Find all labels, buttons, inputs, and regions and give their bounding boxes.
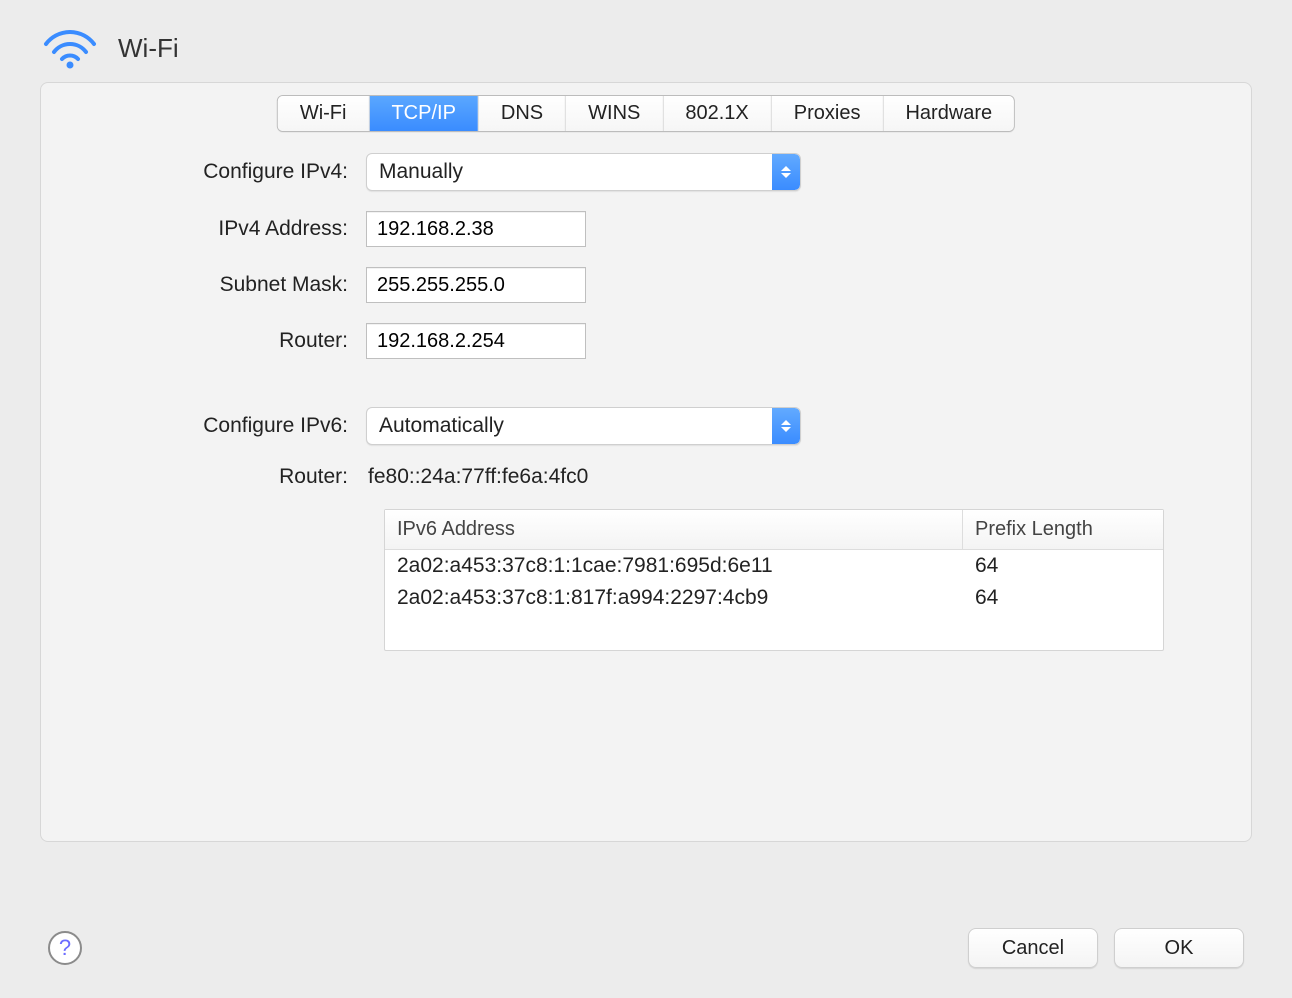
ipv6-router-value: fe80::24a:77ff:fe6a:4fc0 bbox=[366, 465, 588, 489]
tab-hardware[interactable]: Hardware bbox=[883, 96, 1014, 131]
tab-proxies[interactable]: Proxies bbox=[772, 96, 884, 131]
subnet-mask-field[interactable] bbox=[366, 267, 586, 303]
ipv6-router-label: Router: bbox=[131, 465, 366, 489]
ipv4-address-field[interactable] bbox=[366, 211, 586, 247]
page-title: Wi-Fi bbox=[118, 33, 179, 64]
updown-icon bbox=[772, 408, 800, 444]
table-row[interactable]: 2a02:a453:37c8:1:817f:a994:2297:4cb9 64 bbox=[385, 582, 1163, 614]
updown-icon bbox=[772, 154, 800, 190]
ipv4-router-field[interactable] bbox=[366, 323, 586, 359]
help-button[interactable]: ? bbox=[48, 931, 82, 965]
header: Wi-Fi bbox=[0, 26, 1292, 82]
tab-wifi[interactable]: Wi-Fi bbox=[278, 96, 370, 131]
table-header: IPv6 Address Prefix Length bbox=[385, 510, 1163, 550]
ipv6-address-cell: 2a02:a453:37c8:1:817f:a994:2297:4cb9 bbox=[385, 582, 963, 614]
subnet-mask-label: Subnet Mask: bbox=[131, 273, 366, 297]
configure-ipv6-label: Configure IPv6: bbox=[131, 414, 366, 438]
configure-ipv6-popup[interactable]: Automatically bbox=[366, 407, 801, 445]
configure-ipv4-label: Configure IPv4: bbox=[131, 160, 366, 184]
configure-ipv6-value: Automatically bbox=[367, 408, 772, 444]
tab-dns[interactable]: DNS bbox=[479, 96, 566, 131]
tab-bar: Wi-Fi TCP/IP DNS WINS 802.1X Proxies Har… bbox=[277, 95, 1015, 132]
cancel-button[interactable]: Cancel bbox=[968, 928, 1098, 968]
network-advanced-window: Wi-Fi Wi-Fi TCP/IP DNS WINS 802.1X Proxi… bbox=[0, 0, 1292, 998]
configure-ipv4-popup[interactable]: Manually bbox=[366, 153, 801, 191]
ipv6-address-cell: 2a02:a453:37c8:1:1cae:7981:695d:6e11 bbox=[385, 550, 963, 582]
tab-tcpip[interactable]: TCP/IP bbox=[369, 96, 478, 131]
col-ipv6-address[interactable]: IPv6 Address bbox=[385, 510, 963, 549]
ok-button[interactable]: OK bbox=[1114, 928, 1244, 968]
footer: ? Cancel OK bbox=[0, 928, 1292, 968]
ipv4-router-label: Router: bbox=[131, 329, 366, 353]
ipv6-address-table: IPv6 Address Prefix Length 2a02:a453:37c… bbox=[384, 509, 1164, 651]
configure-ipv4-value: Manually bbox=[367, 154, 772, 190]
wifi-icon bbox=[40, 26, 100, 70]
table-row[interactable]: 2a02:a453:37c8:1:1cae:7981:695d:6e11 64 bbox=[385, 550, 1163, 582]
tab-wins[interactable]: WINS bbox=[566, 96, 663, 131]
col-prefix-length[interactable]: Prefix Length bbox=[963, 510, 1163, 549]
settings-panel: Configure IPv4: Manually IPv4 Address: S… bbox=[40, 82, 1252, 842]
prefix-length-cell: 64 bbox=[963, 582, 1163, 614]
ipv4-address-label: IPv4 Address: bbox=[131, 217, 366, 241]
tab-8021x[interactable]: 802.1X bbox=[663, 96, 771, 131]
prefix-length-cell: 64 bbox=[963, 550, 1163, 582]
